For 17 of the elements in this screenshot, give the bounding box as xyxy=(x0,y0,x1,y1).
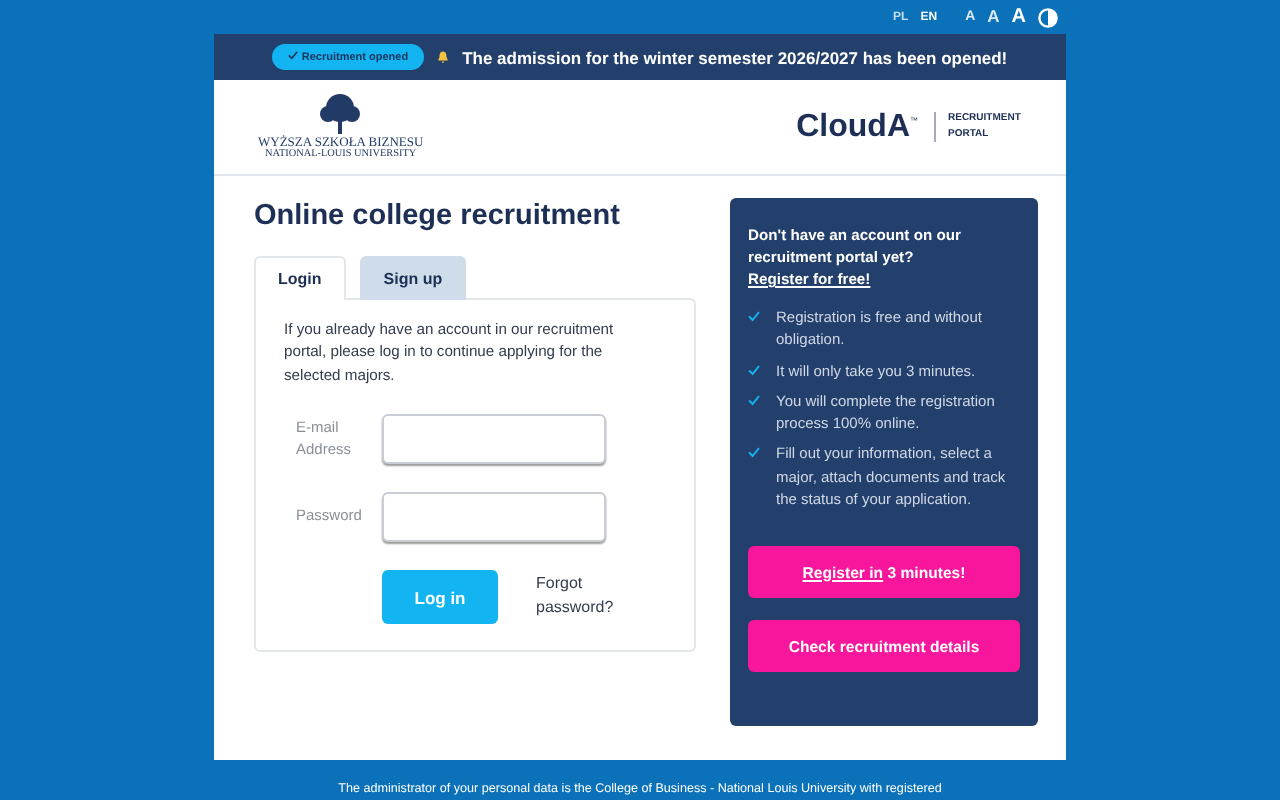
font-size-button[interactable]: A xyxy=(1011,7,1026,27)
bell-icon xyxy=(436,50,451,64)
input-field[interactable] xyxy=(382,492,606,543)
input-field[interactable] xyxy=(382,414,606,465)
check-icon xyxy=(748,446,760,459)
tab[interactable]: Sign up xyxy=(359,256,467,300)
forgot-password-link[interactable]: Forgot password? xyxy=(536,572,636,619)
tab[interactable]: Login xyxy=(254,256,346,300)
font-size-button[interactable]: A xyxy=(987,8,1000,26)
check-icon xyxy=(748,393,760,406)
check-icon xyxy=(288,50,299,60)
check-icon xyxy=(748,310,760,322)
banner-message: The admission for the winter semester 2026/2027 has been opened! xyxy=(462,47,1008,67)
contrast-icon[interactable] xyxy=(1038,7,1058,27)
page-title: Online college recruitment xyxy=(254,200,622,232)
tree-icon xyxy=(318,92,363,137)
check-icon xyxy=(748,363,760,375)
